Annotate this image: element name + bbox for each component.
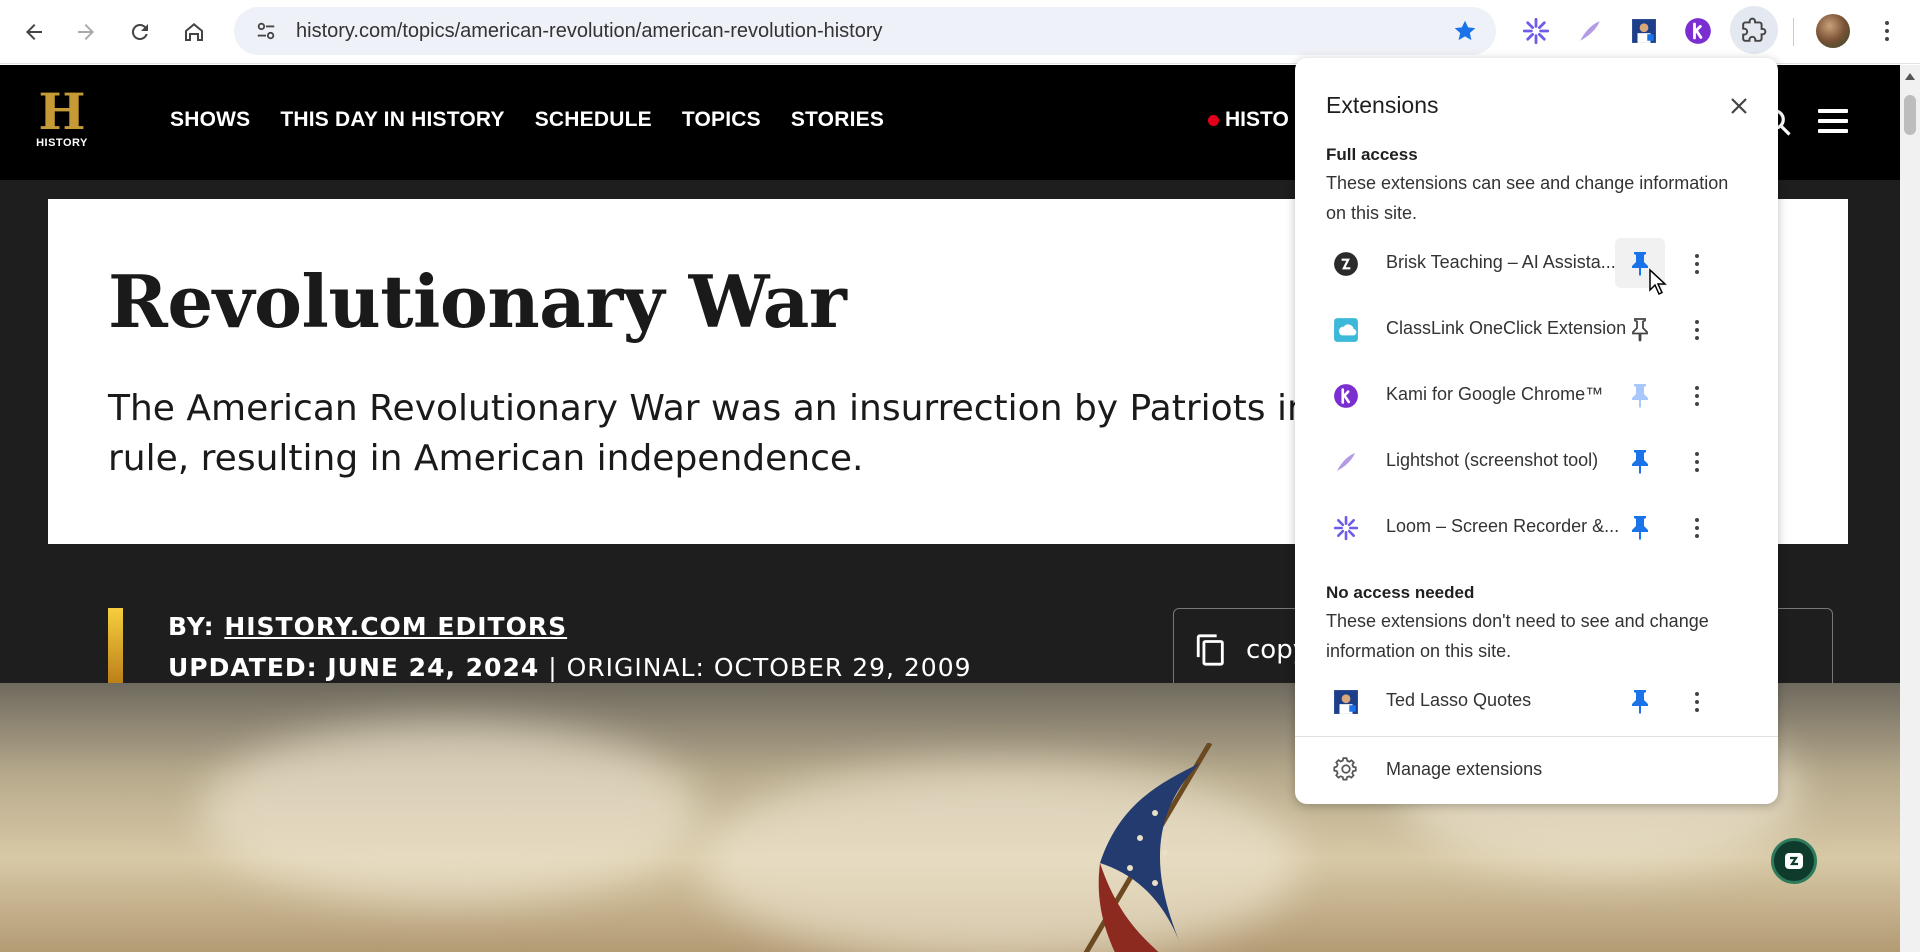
arrow-right-icon (78, 24, 94, 40)
full-access-title: Full access (1326, 145, 1418, 164)
more-button-kami[interactable] (1683, 382, 1711, 410)
address-bar[interactable]: history.com/topics/american-revolution/a… (234, 7, 1496, 55)
kami-icon[interactable] (1681, 14, 1715, 48)
scroll-up-icon[interactable] (1905, 73, 1915, 80)
loom-icon[interactable] (1519, 14, 1553, 48)
more-button-brisk[interactable] (1683, 250, 1711, 278)
home-button[interactable] (172, 10, 216, 54)
pin-button-lightshot[interactable] (1615, 436, 1665, 486)
nav-shows[interactable]: SHOWS (170, 108, 250, 132)
reload-icon (131, 23, 148, 40)
more-vert-icon (1695, 452, 1699, 472)
loom-icon (1333, 515, 1359, 541)
no-access-description: These extensions don't need to see and c… (1326, 611, 1709, 661)
history-logo[interactable]: H HISTORY (32, 87, 92, 157)
nav-this-day[interactable]: THIS DAY IN HISTORY (280, 108, 504, 132)
close-icon[interactable] (1727, 94, 1751, 118)
popup-divider (1295, 736, 1778, 737)
puzzle-icon (1742, 17, 1767, 42)
page-scrollbar[interactable] (1900, 65, 1920, 952)
classlink-icon (1333, 317, 1359, 343)
copy-icon (1196, 634, 1224, 666)
byline-dates: UPDATED: JUNE 24, 2024 | ORIGINAL: OCTOB… (168, 653, 972, 682)
nav-topics[interactable]: TOPICS (682, 108, 761, 132)
nav-schedule[interactable]: SCHEDULE (535, 108, 652, 132)
more-button-classlink[interactable] (1683, 316, 1711, 344)
extension-row-loom[interactable]: Loom – Screen Recorder &... (1295, 494, 1778, 560)
author-link[interactable]: HISTORY.COM EDITORS (224, 612, 567, 641)
pin-filled-icon (1632, 384, 1648, 408)
browser-toolbar: history.com/topics/american-revolution/a… (0, 0, 1920, 64)
extensions-button[interactable] (1730, 6, 1778, 54)
reload-button[interactable] (118, 10, 162, 54)
pin-button-ted-lasso[interactable] (1615, 676, 1665, 726)
gold-accent-bar (108, 608, 123, 688)
brisk-icon (1333, 251, 1359, 277)
brisk-floating-button[interactable] (1771, 838, 1817, 884)
ted-lasso-icon[interactable] (1627, 14, 1661, 48)
arrow-left-icon (26, 24, 42, 40)
live-link[interactable]: HISTO (1208, 108, 1289, 132)
mouse-cursor (1649, 268, 1667, 296)
more-button-loom[interactable] (1683, 514, 1711, 542)
nav-stories[interactable]: STORIES (791, 108, 884, 132)
extension-row-classlink[interactable]: ClassLink OneClick Extension (1295, 296, 1778, 362)
profile-avatar[interactable] (1816, 14, 1850, 48)
scroll-thumb[interactable] (1904, 95, 1916, 135)
home-icon (185, 23, 203, 41)
tune-icon (257, 22, 275, 40)
more-vert-icon (1695, 320, 1699, 340)
pin-outline-icon (1632, 318, 1648, 342)
bookmark-star-icon[interactable] (1452, 18, 1478, 44)
live-dot-icon (1208, 114, 1219, 126)
more-button-ted-lasso[interactable] (1683, 688, 1711, 716)
pin-filled-icon (1632, 690, 1648, 714)
pin-button-loom[interactable] (1615, 502, 1665, 552)
browser-menu-button[interactable] (1870, 14, 1904, 48)
manage-extensions-button[interactable]: Manage extensions (1295, 740, 1778, 798)
pin-button-kami[interactable] (1615, 370, 1665, 420)
ted-lasso-icon (1333, 689, 1359, 715)
pin-filled-icon (1632, 450, 1648, 474)
main-nav: SHOWS THIS DAY IN HISTORY SCHEDULE TOPIC… (170, 108, 884, 132)
more-vert-icon (1695, 254, 1699, 274)
byline-author: BY: HISTORY.COM EDITORS (168, 612, 568, 641)
flag-illustration (1083, 743, 1213, 952)
pin-button-classlink[interactable] (1615, 304, 1665, 354)
hamburger-menu-icon[interactable] (1818, 109, 1848, 133)
forward-button[interactable] (64, 10, 108, 54)
gear-icon (1333, 757, 1357, 781)
page-title: Revolutionary War (108, 259, 847, 344)
lightshot-icon[interactable] (1573, 14, 1607, 48)
extension-row-ted-lasso[interactable]: Ted Lasso Quotes (1295, 668, 1778, 734)
back-button[interactable] (12, 10, 56, 54)
more-vert-icon (1695, 692, 1699, 712)
more-button-lightshot[interactable] (1683, 448, 1711, 476)
pin-filled-icon (1632, 516, 1648, 540)
more-vert-icon (1695, 386, 1699, 406)
extension-row-brisk[interactable]: Brisk Teaching – AI Assista... (1295, 230, 1778, 296)
site-settings-button[interactable] (242, 7, 290, 55)
extension-row-lightshot[interactable]: Lightshot (screenshot tool) (1295, 428, 1778, 494)
more-vert-icon (1885, 21, 1889, 41)
brisk-icon (1785, 853, 1803, 869)
extensions-popup: Extensions Full access These extensions … (1295, 58, 1778, 804)
url-text[interactable]: history.com/topics/american-revolution/a… (296, 20, 883, 43)
kami-icon (1333, 383, 1359, 409)
toolbar-divider (1793, 18, 1794, 46)
more-vert-icon (1695, 518, 1699, 538)
popup-title: Extensions (1326, 92, 1439, 118)
no-access-title: No access needed (1326, 583, 1475, 602)
lightshot-icon (1333, 449, 1359, 475)
extension-row-kami[interactable]: Kami for Google Chrome™ (1295, 362, 1778, 428)
full-access-description: These extensions can see and change info… (1326, 173, 1729, 223)
